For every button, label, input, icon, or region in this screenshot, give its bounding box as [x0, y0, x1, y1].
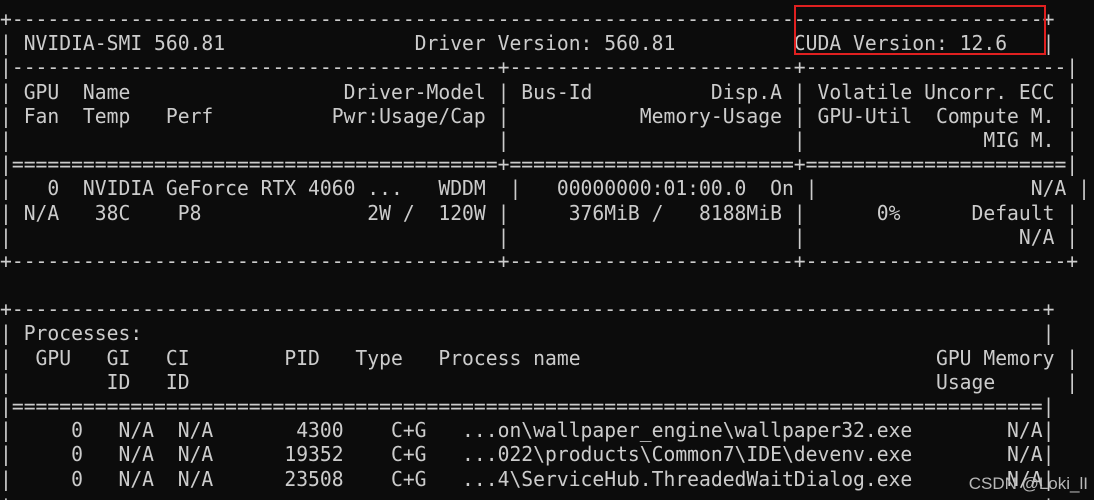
processes-top-border: +---------------------------------------… [0, 297, 1055, 322]
gpu-table-top-border: |---------------------------------------… [0, 55, 1079, 80]
top-border: +---------------------------------------… [0, 7, 1055, 31]
processes-title: | Processes: | [0, 321, 1055, 346]
gpu-table-header-separator: |=======================================… [0, 152, 1079, 177]
processes-header-line: | ID ID Usage | [0, 369, 1079, 394]
processes-bottom-border: +---------------------------------------… [0, 491, 1090, 500]
processes-header-separator: |=======================================… [0, 394, 1055, 418]
process-row: | 0 N/A N/A 4300 C+G ...on\wallpaper_eng… [0, 418, 1055, 443]
terminal-window[interactable]: +---------------------------------------… [0, 0, 1094, 500]
process-row: | 0 N/A N/A 19352 C+G ...022\products\Co… [0, 442, 1055, 467]
process-row: | 0 N/A N/A 23508 C+G ...4\ServiceHub.Th… [0, 466, 1055, 491]
smi-header: | NVIDIA-SMI 560.81 Driver Version: 560.… [0, 31, 1055, 56]
watermark: CSDN @Loki_lI [968, 474, 1088, 493]
nvidia-smi-output: +---------------------------------------… [0, 7, 1090, 500]
gpu-row-line: | 0 NVIDIA GeForce RTX 4060 ... WDDM | 0… [0, 176, 1090, 201]
gpu-row-line: | N/A 38C P8 2W / 120W | 376MiB / 8188Mi… [0, 200, 1079, 225]
gpu-table-header-line: | Fan Temp Perf Pwr:Usage/Cap | Memory-U… [0, 103, 1079, 128]
gpu-row-line: | | | N/A | [0, 224, 1079, 249]
processes-header-line: | GPU GI CI PID Type Process name GPU Me… [0, 345, 1079, 370]
gpu-table-bottom-border: +---------------------------------------… [0, 248, 1079, 273]
gpu-table-header-line: | | | MIG M. | [0, 127, 1079, 152]
gpu-table-header-line: | GPU Name Driver-Model | Bus-Id Disp.A … [0, 79, 1079, 104]
